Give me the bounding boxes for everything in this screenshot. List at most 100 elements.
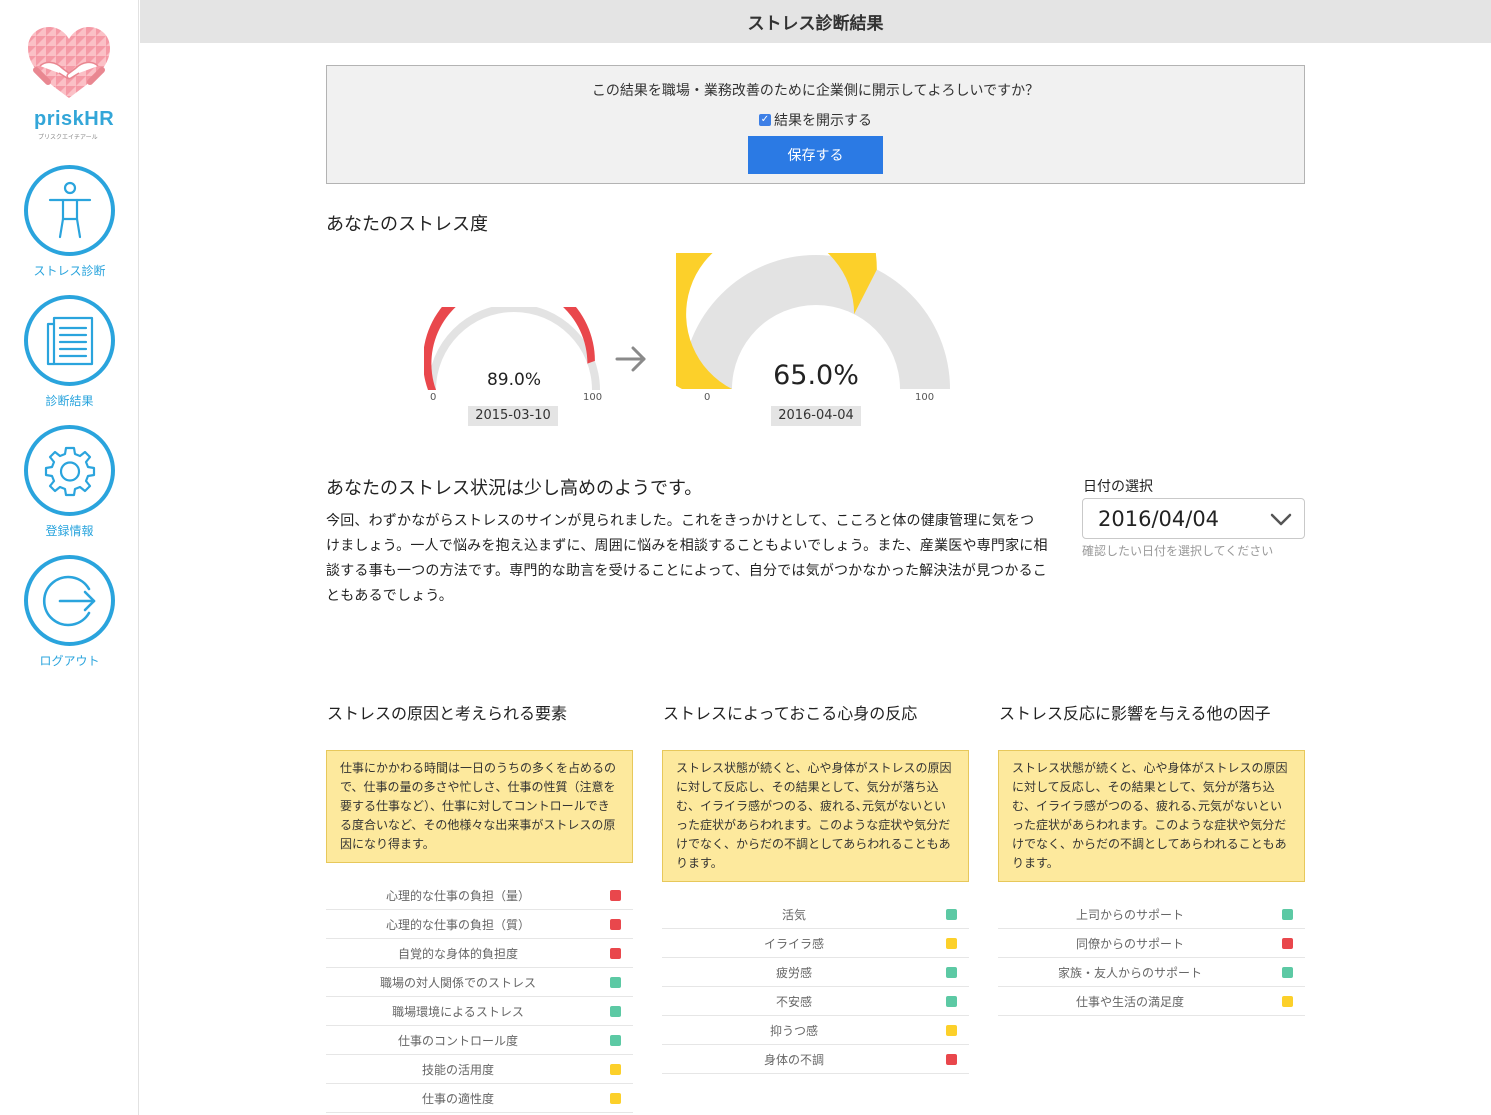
nav-label: ストレス診断 — [33, 264, 106, 278]
factor-row: 不安感 — [662, 987, 969, 1016]
date-select-label: 日付の選択 — [1083, 479, 1153, 495]
status-indicator-green — [610, 1034, 621, 1046]
nav-item-stress-check[interactable]: ストレス診断 — [24, 165, 115, 279]
factor-name: 身体の不調 — [763, 1052, 824, 1067]
person-icon — [48, 181, 91, 238]
sidebar: priskHR プリスクエイチアール ストレス診断 診断結果 登録情報 ログアウ… — [0, 0, 139, 1115]
date-select[interactable]: 2016/04/04 — [1082, 498, 1305, 539]
factor-row: 上司からのサポート — [998, 900, 1305, 929]
status-indicator-green — [946, 908, 957, 920]
status-indicator-yellow — [946, 937, 957, 949]
factor-name: 上司からのサポート — [1075, 907, 1184, 922]
factor-row: 抑うつ感 — [662, 1016, 969, 1045]
factor-name: 職場環境によるストレス — [392, 1004, 524, 1019]
column-title: ストレスの原因と考えられる要素 — [327, 704, 568, 723]
checkbox-label[interactable]: 結果を開示する — [774, 110, 872, 130]
factor-row: 職場の対人関係でのストレス — [326, 968, 633, 997]
page-header: ストレス診断結果 — [140, 0, 1491, 43]
column-title: ストレス反応に影響を与える他の因子 — [999, 704, 1271, 723]
factor-row: イライラ感 — [662, 929, 969, 958]
factor-name: 心理的な仕事の負担（質） — [385, 917, 530, 932]
factor-row: 同僚からのサポート — [998, 929, 1305, 958]
status-indicator-yellow — [1282, 995, 1293, 1007]
factor-name: 仕事のコントロール度 — [397, 1033, 518, 1048]
save-button[interactable]: 保存する — [748, 136, 883, 174]
factor-row: 家族・友人からのサポート — [998, 958, 1305, 987]
factor-list: 上司からのサポート 同僚からのサポート家族・友人からのサポート 仕事や生活の満足度 — [998, 900, 1305, 1016]
factor-name: 職場の対人関係でのストレス — [379, 975, 536, 990]
nav-label: 診断結果 — [45, 394, 94, 408]
column-note: ストレス状態が続くと、心や身体がストレスの原因に対して反応し、その結果として、気… — [998, 750, 1305, 882]
factor-row: 自覚的な身体的負担度 — [326, 939, 633, 968]
factor-name: 自覚的な身体的負担度 — [397, 946, 518, 961]
factor-name: 不安感 — [775, 994, 812, 1009]
date-select-help: 確認したい日付を選択してください — [1082, 544, 1274, 558]
status-indicator-red — [610, 947, 621, 959]
nav-circle — [24, 295, 115, 386]
previous-gauge-value: 89.0% — [486, 370, 541, 390]
status-indicator-yellow — [946, 1024, 957, 1036]
factor-name: 家族・友人からのサポート — [1057, 965, 1202, 980]
logout-icon — [42, 575, 95, 626]
column-title: ストレスによっておこる心身の反応 — [663, 704, 918, 723]
nav-label: ログアウト — [39, 654, 100, 668]
factor-name: 抑うつ感 — [769, 1023, 818, 1038]
consent-question: この結果を職場・業務改善のために企業側に開示してよろしいですか？ — [591, 83, 1040, 99]
column-note: ストレス状態が続くと、心や身体がストレスの原因に対して反応し、その結果として、気… — [662, 750, 969, 882]
factor-row: 活気 — [662, 900, 969, 929]
factor-name: 仕事や生活の満足度 — [1075, 994, 1184, 1009]
previous-gauge-min: 0 — [430, 392, 437, 403]
gear-icon — [44, 446, 95, 496]
heart-hands-logo-icon — [28, 27, 110, 98]
previous-date-tag: 2015-03-10 — [468, 406, 558, 426]
factor-row: 心理的な仕事の負担（量） — [326, 881, 633, 910]
logo[interactable]: priskHR プリスクエイチアール — [26, 26, 114, 141]
document-icon — [46, 316, 93, 365]
column-stress-causes: ストレスの原因と考えられる要素 仕事にかかわる時間は一日のうちの多くを占めるので… — [326, 700, 633, 1113]
nav-circle — [24, 165, 115, 256]
status-indicator-red — [610, 918, 621, 930]
factor-row: 仕事や生活の満足度 — [998, 987, 1305, 1016]
status-indicator-green — [946, 995, 957, 1007]
nav-label: 登録情報 — [45, 524, 94, 538]
column-stress-reactions: ストレスによっておこる心身の反応 ストレス状態が続くと、心や身体がストレスの原因… — [662, 700, 969, 1074]
status-indicator-red — [946, 1053, 957, 1065]
logo-subtext: プリスクエイチアール — [38, 134, 98, 141]
factor-name: 同僚からのサポート — [1075, 936, 1184, 951]
factor-list: 心理的な仕事の負担（量） 心理的な仕事の負担（質） 自覚的な身体的負担度職場の対人関… — [326, 881, 633, 1113]
factor-name: 心理的な仕事の負担（量） — [385, 888, 530, 903]
status-indicator-green — [610, 1005, 621, 1017]
factor-row: 仕事の適性度 — [326, 1084, 633, 1113]
result-description: 今回、わずかながらストレスのサインが見られました。これをきっかけとして、こころと… — [326, 513, 1048, 604]
factor-row: 身体の不調 — [662, 1045, 969, 1074]
nav-circle — [24, 555, 115, 646]
page-title: ストレス診断結果 — [747, 14, 884, 34]
chevron-down-icon — [1270, 513, 1292, 526]
column-note: 仕事にかかわる時間は一日のうちの多くを占めるので、仕事の量の多さや忙しさ、仕事の… — [326, 750, 633, 863]
consent-checkbox-row[interactable]: ✓ 結果を開示する — [327, 110, 1304, 130]
status-indicator-yellow — [610, 1092, 621, 1104]
nav-item-results[interactable]: 診断結果 — [24, 295, 115, 409]
factor-row: 仕事のコントロール度 — [326, 1026, 633, 1055]
nav-circle — [24, 425, 115, 516]
factor-list: 活気イライラ感疲労感不安感抑うつ感身体の不調 — [662, 900, 969, 1074]
factor-row: 疲労感 — [662, 958, 969, 987]
current-gauge-min: 0 — [704, 392, 711, 403]
factor-name: 疲労感 — [775, 965, 812, 980]
disclosure-consent-box: この結果を職場・業務改善のために企業側に開示してよろしいですか？ ✓ 結果を開示… — [326, 65, 1305, 184]
nav-item-logout[interactable]: ログアウト — [24, 555, 115, 669]
status-indicator-yellow — [610, 1063, 621, 1075]
disclose-checkbox[interactable]: ✓ — [759, 114, 771, 126]
current-date-tag: 2016-04-04 — [771, 406, 861, 426]
factor-row: 心理的な仕事の負担（質） — [326, 910, 633, 939]
factor-row: 技能の活用度 — [326, 1055, 633, 1084]
factor-name: イライラ感 — [763, 936, 824, 951]
status-indicator-green — [1282, 966, 1293, 978]
factor-row: 職場環境によるストレス — [326, 997, 633, 1026]
status-indicator-red — [1282, 937, 1293, 949]
status-indicator-green — [610, 976, 621, 988]
status-indicator-red — [610, 889, 621, 901]
factor-name: 仕事の適性度 — [421, 1091, 494, 1106]
status-indicator-green — [946, 966, 957, 978]
nav-item-settings[interactable]: 登録情報 — [24, 425, 115, 539]
